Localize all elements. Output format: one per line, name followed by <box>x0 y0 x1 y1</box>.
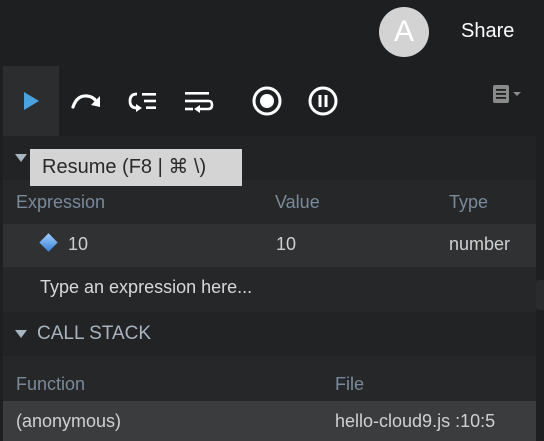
watch-type: number <box>449 234 511 254</box>
list-menu-icon <box>493 85 521 103</box>
step-into-button[interactable] <box>120 66 164 136</box>
collapse-icon <box>15 330 27 338</box>
call-stack-row[interactable]: (anonymous) hello-cloud9.js :10:5 <box>3 401 536 441</box>
deactivate-breakpoints-button[interactable] <box>245 66 289 136</box>
resume-tooltip: Resume (F8 | ⌘ \) <box>30 149 242 186</box>
watch-expression: 10 <box>68 234 89 254</box>
watch-value: 10 <box>276 234 297 254</box>
step-out-button[interactable] <box>176 66 220 136</box>
function-column-header[interactable]: Function <box>16 374 85 395</box>
top-bar: A Share <box>0 0 544 66</box>
record-icon <box>252 86 282 116</box>
expression-type-icon <box>39 233 58 252</box>
play-icon <box>24 92 39 110</box>
watch-row[interactable]: 10 10 number <box>3 224 536 267</box>
resume-button[interactable] <box>3 66 59 136</box>
stack-file: hello-cloud9.js :10:5 <box>335 411 496 431</box>
file-column-header[interactable]: File <box>335 374 364 395</box>
stack-function: (anonymous) <box>16 411 122 431</box>
step-out-icon <box>185 92 214 113</box>
type-column-header[interactable]: Type <box>449 192 488 213</box>
call-stack-header[interactable]: CALL STACK <box>3 312 536 356</box>
pause-button[interactable] <box>301 66 345 136</box>
panel-menu-button[interactable] <box>488 82 528 108</box>
scrollbar-handle[interactable] <box>536 280 544 310</box>
debugger-toolbar <box>0 66 544 136</box>
collapse-icon <box>15 154 27 162</box>
value-column-header[interactable]: Value <box>275 192 320 213</box>
expression-input[interactable]: Type an expression here... <box>40 277 252 298</box>
user-avatar[interactable]: A <box>379 7 429 57</box>
share-button[interactable]: Share <box>461 20 514 43</box>
watch-column-header: Expression Value Type <box>3 180 536 224</box>
call-stack-column-header: Function File <box>3 356 536 401</box>
pause-icon <box>308 86 338 116</box>
call-stack-title: CALL STACK <box>37 323 152 344</box>
expression-column-header[interactable]: Expression <box>16 192 105 213</box>
expression-input-row[interactable]: Type an expression here... <box>3 267 536 312</box>
step-over-button[interactable] <box>64 66 108 136</box>
step-into-icon <box>128 92 156 112</box>
step-over-icon <box>71 94 100 109</box>
